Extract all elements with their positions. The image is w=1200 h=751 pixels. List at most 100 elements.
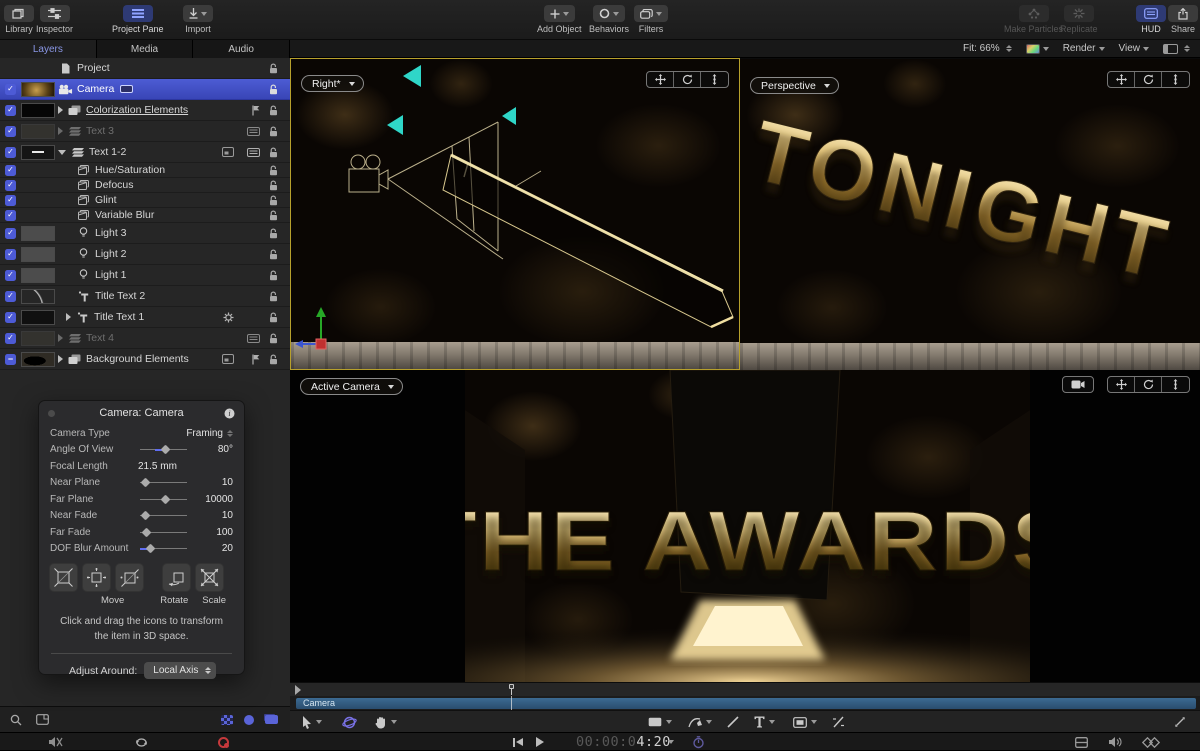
show-audio-button[interactable]: [1108, 733, 1122, 751]
lock-icon[interactable]: [269, 195, 278, 206]
layer-row-title-text-2[interactable]: Title Text 2: [0, 286, 290, 307]
lock-icon[interactable]: [269, 63, 278, 74]
search-icon[interactable]: [10, 714, 22, 726]
far-plane-slider[interactable]: [140, 495, 187, 504]
fit-zoom-control[interactable]: Fit: 66%: [963, 43, 1012, 54]
3d-transform-tool[interactable]: [342, 711, 357, 733]
disclosure-triangle-icon[interactable]: [58, 106, 63, 114]
timecode-menu-chevron[interactable]: [668, 733, 674, 751]
orbit-tool-button[interactable]: [674, 72, 701, 87]
lock-icon[interactable]: [269, 228, 278, 239]
viewport-active-camera[interactable]: THE AWARDS THE AWARDS Active Camera: [290, 370, 1200, 682]
angle-of-view-slider[interactable]: [140, 445, 187, 454]
flag-icon[interactable]: [252, 105, 260, 116]
display-badge-icon[interactable]: [247, 127, 260, 136]
pan-tool-button[interactable]: [647, 72, 674, 87]
timeline-track-area[interactable]: Camera: [290, 696, 1200, 710]
layer-row-glint[interactable]: Glint: [0, 193, 290, 208]
play-button[interactable]: [536, 733, 544, 751]
layer-row-project[interactable]: Project: [0, 58, 290, 79]
disclosure-triangle-icon[interactable]: [58, 334, 63, 342]
lock-icon[interactable]: [269, 165, 278, 176]
hud-button[interactable]: HUD: [1136, 5, 1166, 34]
near-fade-slider[interactable]: [140, 511, 187, 520]
scale-handle[interactable]: [195, 563, 224, 592]
dolly-tool-button[interactable]: [1162, 377, 1189, 392]
lock-icon[interactable]: [269, 312, 278, 323]
hud-close-button[interactable]: [48, 410, 55, 417]
share-button[interactable]: Share: [1168, 5, 1198, 34]
layer-checkbox[interactable]: [5, 195, 16, 206]
timecode-display[interactable]: 00:00:04:20: [576, 733, 671, 751]
layer-checkbox[interactable]: [5, 126, 16, 137]
disclosure-triangle-icon[interactable]: [58, 150, 66, 155]
lock-icon[interactable]: [269, 180, 278, 191]
layer-checkbox[interactable]: [5, 291, 16, 302]
behaviors-button[interactable]: Behaviors: [589, 5, 629, 34]
layer-checkbox[interactable]: [5, 354, 16, 365]
move-orient-handle[interactable]: [115, 563, 144, 592]
layer-row-background-elements[interactable]: Background Elements: [0, 349, 290, 370]
dolly-tool-button[interactable]: [701, 72, 728, 87]
pan-tool-button[interactable]: [1108, 72, 1135, 87]
layer-row-defocus[interactable]: Defocus: [0, 178, 290, 193]
view-layout-control[interactable]: [1163, 44, 1190, 54]
layer-checkbox[interactable]: [5, 165, 16, 176]
playhead[interactable]: [508, 684, 515, 695]
lock-icon[interactable]: [269, 333, 278, 344]
show-filters-toggle[interactable]: [265, 715, 278, 724]
camera-track-bar[interactable]: Camera: [296, 698, 1196, 709]
dolly-tool-button[interactable]: [1162, 72, 1189, 87]
lock-icon[interactable]: [269, 249, 278, 260]
disclosure-triangle-icon[interactable]: [58, 355, 63, 363]
layer-row-camera[interactable]: Camera: [0, 79, 290, 100]
flag-icon[interactable]: [252, 354, 260, 365]
lock-icon[interactable]: [269, 354, 278, 365]
layer-checkbox[interactable]: [5, 228, 16, 239]
hud-panel[interactable]: Camera: Camera i Camera Type Framing Ang…: [38, 400, 245, 675]
timeline-collapse-icon[interactable]: [294, 685, 302, 695]
tab-audio[interactable]: Audio: [193, 40, 290, 58]
layer-checkbox[interactable]: [5, 210, 16, 221]
layer-checkbox[interactable]: [5, 180, 16, 191]
render-menu[interactable]: Render: [1063, 43, 1105, 54]
layer-row-light-3[interactable]: Light 3: [0, 223, 290, 244]
show-particles-toggle[interactable]: [221, 715, 233, 725]
viewport-camera-menu[interactable]: Active Camera: [300, 378, 403, 395]
library-button[interactable]: Library: [4, 5, 34, 34]
orbit-tool-button[interactable]: [1135, 72, 1162, 87]
filters-button[interactable]: Filters: [634, 5, 668, 34]
inspector-button[interactable]: Inspector: [36, 5, 73, 34]
mask-tool[interactable]: [793, 711, 817, 733]
bezier-tool[interactable]: [688, 711, 712, 733]
disclosure-triangle-icon[interactable]: [66, 313, 71, 321]
layer-checkbox[interactable]: [5, 270, 16, 281]
layer-checkbox[interactable]: [5, 147, 16, 158]
view-menu[interactable]: View: [1119, 43, 1150, 54]
layer-row-text-4[interactable]: Text 4: [0, 328, 290, 349]
camera-overlay-button[interactable]: [1062, 376, 1094, 393]
previous-frame-button[interactable]: [513, 733, 523, 751]
layer-checkbox[interactable]: [5, 84, 16, 95]
keyframe-editor-button[interactable]: [1142, 733, 1160, 751]
viewport-perspective[interactable]: TONIGHT TONIGHT Perspective: [740, 58, 1200, 370]
dof-blur-slider[interactable]: [140, 544, 187, 553]
adjust-around-select[interactable]: Local Axis: [144, 662, 216, 679]
show-timeline-button[interactable]: [1075, 733, 1088, 751]
channel-color-control[interactable]: [1026, 44, 1049, 54]
lock-icon[interactable]: [269, 84, 278, 95]
layer-checkbox[interactable]: [5, 105, 16, 116]
orbit-tool-button[interactable]: [1135, 377, 1162, 392]
display-badge-icon[interactable]: [247, 148, 260, 157]
filter-pane-icon[interactable]: [36, 714, 49, 725]
move-z-handle[interactable]: [82, 563, 111, 592]
layer-checkbox[interactable]: [5, 333, 16, 344]
lock-icon[interactable]: [269, 210, 278, 221]
select-tool[interactable]: [302, 711, 322, 733]
keyframe-record-icon[interactable]: [692, 733, 705, 751]
layer-checkbox[interactable]: [5, 249, 16, 260]
info-icon[interactable]: i: [224, 408, 235, 419]
layer-row-light-1[interactable]: Light 1: [0, 265, 290, 286]
lock-icon[interactable]: [269, 291, 278, 302]
viewport-camera-menu[interactable]: Right*: [301, 75, 364, 92]
